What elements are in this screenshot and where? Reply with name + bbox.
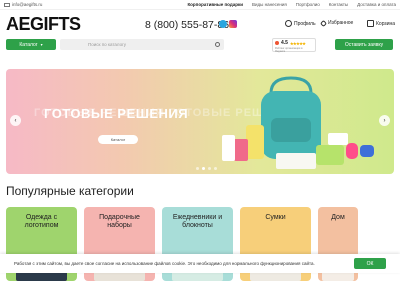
top-bar: info@aegifts.ru Корпоративные подарки Ви… xyxy=(0,0,400,10)
category-label: Одежда с логотипом xyxy=(24,214,59,229)
banner-dot[interactable] xyxy=(208,167,211,170)
cart-icon xyxy=(367,20,374,27)
header: AEGIFTS 8 (800) 555-87-86 Профиль Избран… xyxy=(0,10,400,38)
banner-prev-arrow[interactable]: ‹ xyxy=(10,115,21,126)
banner-dot[interactable] xyxy=(214,167,217,170)
catalog-button-label: Каталог xyxy=(19,41,38,48)
favorites-link[interactable]: Избранное xyxy=(319,19,354,27)
mail-icon xyxy=(4,2,10,7)
profile-label: Профиль xyxy=(294,20,316,27)
banner-catalog-button[interactable]: Каталог xyxy=(98,135,138,144)
cookie-text: Работая с этим сайтом, вы даете свое сог… xyxy=(14,261,315,266)
heart-icon xyxy=(319,19,328,27)
category-label: Ежедневники и блокноты xyxy=(172,214,223,229)
category-label: Подарочные наборы xyxy=(99,214,140,229)
popular-categories-title: Популярные категории xyxy=(6,184,134,198)
telegram-icon[interactable] xyxy=(219,20,227,28)
top-email[interactable]: info@aegifts.ru xyxy=(4,2,42,7)
category-label: Дом xyxy=(331,214,345,221)
banner-dot[interactable] xyxy=(202,167,205,170)
yandex-pin-icon xyxy=(275,41,279,45)
search-input[interactable]: Поиск по каталогу xyxy=(60,39,224,50)
hero-banner[interactable]: ГОТОВЫЕ РЕШЕНИЯ ГОТОВЫЕ РЕШЕНИЯ ГОТОВЫЕ … xyxy=(6,69,394,174)
banner-title: ГОТОВЫЕ РЕШЕНИЯ xyxy=(44,106,189,121)
search-row: Каталог ▾ Поиск по каталогу 4.5 ★★★★★ Ре… xyxy=(0,38,400,56)
phone-number[interactable]: 8 (800) 555-87-86 xyxy=(145,19,229,31)
banner-dot[interactable] xyxy=(196,167,199,170)
yandex-rating-badge[interactable]: 4.5 ★★★★★ Рейтинг организации в Яндексе xyxy=(272,38,316,53)
user-icon xyxy=(285,20,292,27)
category-label: Сумки xyxy=(265,214,286,221)
cart-link[interactable]: Корзина xyxy=(367,20,395,27)
top-link-delivery[interactable]: Доставка и оплата xyxy=(357,2,396,7)
cookie-accept-button[interactable]: ОК xyxy=(354,258,386,269)
banner-next-arrow[interactable]: › xyxy=(379,115,390,126)
top-links: Корпоративные подарки Виды нанесения Пор… xyxy=(187,2,396,7)
rating-score: 4.5 xyxy=(281,40,288,46)
top-email-text: info@aegifts.ru xyxy=(12,2,43,7)
banner-products-image xyxy=(222,76,374,169)
top-link-corporate[interactable]: Корпоративные подарки xyxy=(187,2,243,7)
cookie-banner: Работая с этим сайтом, вы даете свое сог… xyxy=(0,254,400,273)
chevron-down-icon: ▾ xyxy=(40,42,43,47)
top-link-contacts[interactable]: Контакты xyxy=(329,2,348,7)
catalog-button[interactable]: Каталог ▾ xyxy=(6,39,56,50)
profile-link[interactable]: Профиль xyxy=(285,20,316,27)
search-placeholder: Поиск по каталогу xyxy=(88,42,126,47)
site-logo[interactable]: AEGIFTS xyxy=(6,14,81,35)
rating-source: Рейтинг организации в Яндексе xyxy=(275,47,303,53)
page: info@aegifts.ru Корпоративные подарки Ви… xyxy=(0,0,400,281)
favorites-label: Избранное xyxy=(328,20,354,26)
instagram-icon[interactable] xyxy=(229,20,237,28)
top-link-printing[interactable]: Виды нанесения xyxy=(252,2,287,7)
cart-label: Корзина xyxy=(376,20,396,27)
search-icon[interactable] xyxy=(215,42,220,47)
rating-stars: ★★★★★ xyxy=(289,40,306,46)
top-link-portfolio[interactable]: Портфолио xyxy=(296,2,320,7)
leave-request-button[interactable]: Оставить заявку xyxy=(335,39,393,50)
banner-pagination xyxy=(196,167,217,170)
